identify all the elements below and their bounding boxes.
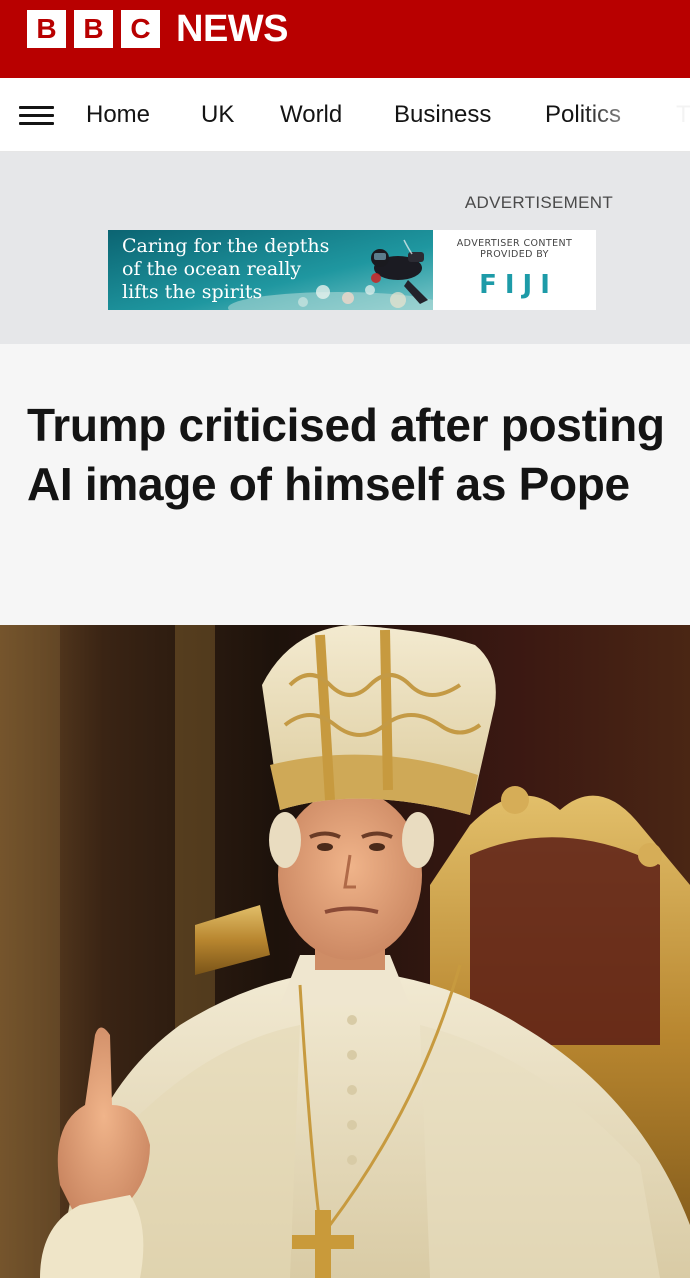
menu-line (19, 114, 54, 117)
nav-item-business[interactable]: Business (394, 101, 491, 129)
bbc-logo-letter: C (121, 10, 160, 48)
ad-headline-line: Caring for the depths (122, 235, 330, 257)
article-hero-image[interactable] (0, 625, 690, 1278)
nav-item-uk[interactable]: UK (201, 101, 234, 129)
hero-illustration (0, 625, 690, 1278)
bbc-logo-letter: B (74, 10, 113, 48)
bbc-logo-letter: B (27, 10, 66, 48)
advertisement-label: ADVERTISEMENT (464, 193, 613, 212)
ad-provided-by-line: ADVERTISER CONTENT (456, 238, 573, 249)
ad-image-panel: Caring for the depths of the ocean reall… (108, 230, 433, 310)
ad-provided-by-line: PROVIDED BY (480, 249, 549, 260)
ad-brand-logo: FIJI (479, 270, 558, 300)
article-header: Trump criticised after posting AI image … (0, 344, 690, 625)
ad-headline-line: of the ocean really (122, 258, 302, 280)
menu-line (19, 122, 54, 125)
bbc-news-header: B B C NEWS (0, 0, 690, 78)
ad-sponsor-panel: ADVERTISER CONTENT PROVIDED BY FIJI (433, 230, 596, 310)
bbc-logo[interactable]: B B C (27, 10, 160, 48)
menu-line (19, 106, 54, 109)
ad-provided-by: ADVERTISER CONTENT PROVIDED BY (433, 238, 596, 260)
nav-item-world[interactable]: World (280, 101, 342, 129)
advertisement-slot: ADVERTISEMENT Caring for the depths of t… (0, 152, 690, 344)
main-navigation: Home UK World Business Politics T (0, 78, 690, 152)
nav-item-truncated[interactable]: T (676, 101, 690, 129)
nav-item-home[interactable]: Home (86, 101, 150, 129)
ad-headline-line: lifts the spirits (122, 281, 263, 303)
nav-item-politics[interactable]: Politics (545, 101, 621, 129)
ad-headline: Caring for the depths of the ocean reall… (122, 235, 362, 304)
hamburger-menu-icon[interactable] (19, 104, 55, 128)
article-headline: Trump criticised after posting AI image … (27, 399, 665, 510)
news-wordmark[interactable]: NEWS (176, 9, 289, 49)
ad-banner[interactable]: Caring for the depths of the ocean reall… (108, 230, 596, 310)
